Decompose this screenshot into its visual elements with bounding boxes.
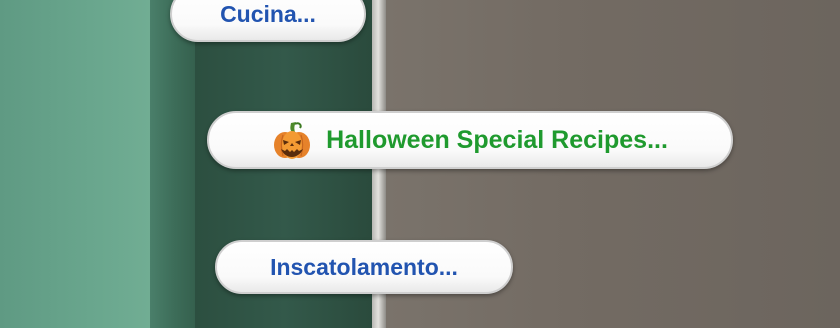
option-label: Inscatolamento...	[270, 253, 458, 280]
pumpkin-icon	[272, 119, 312, 161]
green-wall	[0, 0, 165, 328]
option-label: Cucina...	[220, 0, 316, 27]
pie-menu-option-halloween-recipes[interactable]: Halloween Special Recipes...	[207, 111, 733, 169]
pie-menu-option-inscatolamento[interactable]: Inscatolamento...	[215, 240, 513, 294]
pie-menu-option-cucina[interactable]: Cucina...	[170, 0, 366, 42]
option-label: Halloween Special Recipes...	[326, 125, 668, 154]
game-scene: Cucina... Halloween Special Recipes... I…	[0, 0, 840, 328]
